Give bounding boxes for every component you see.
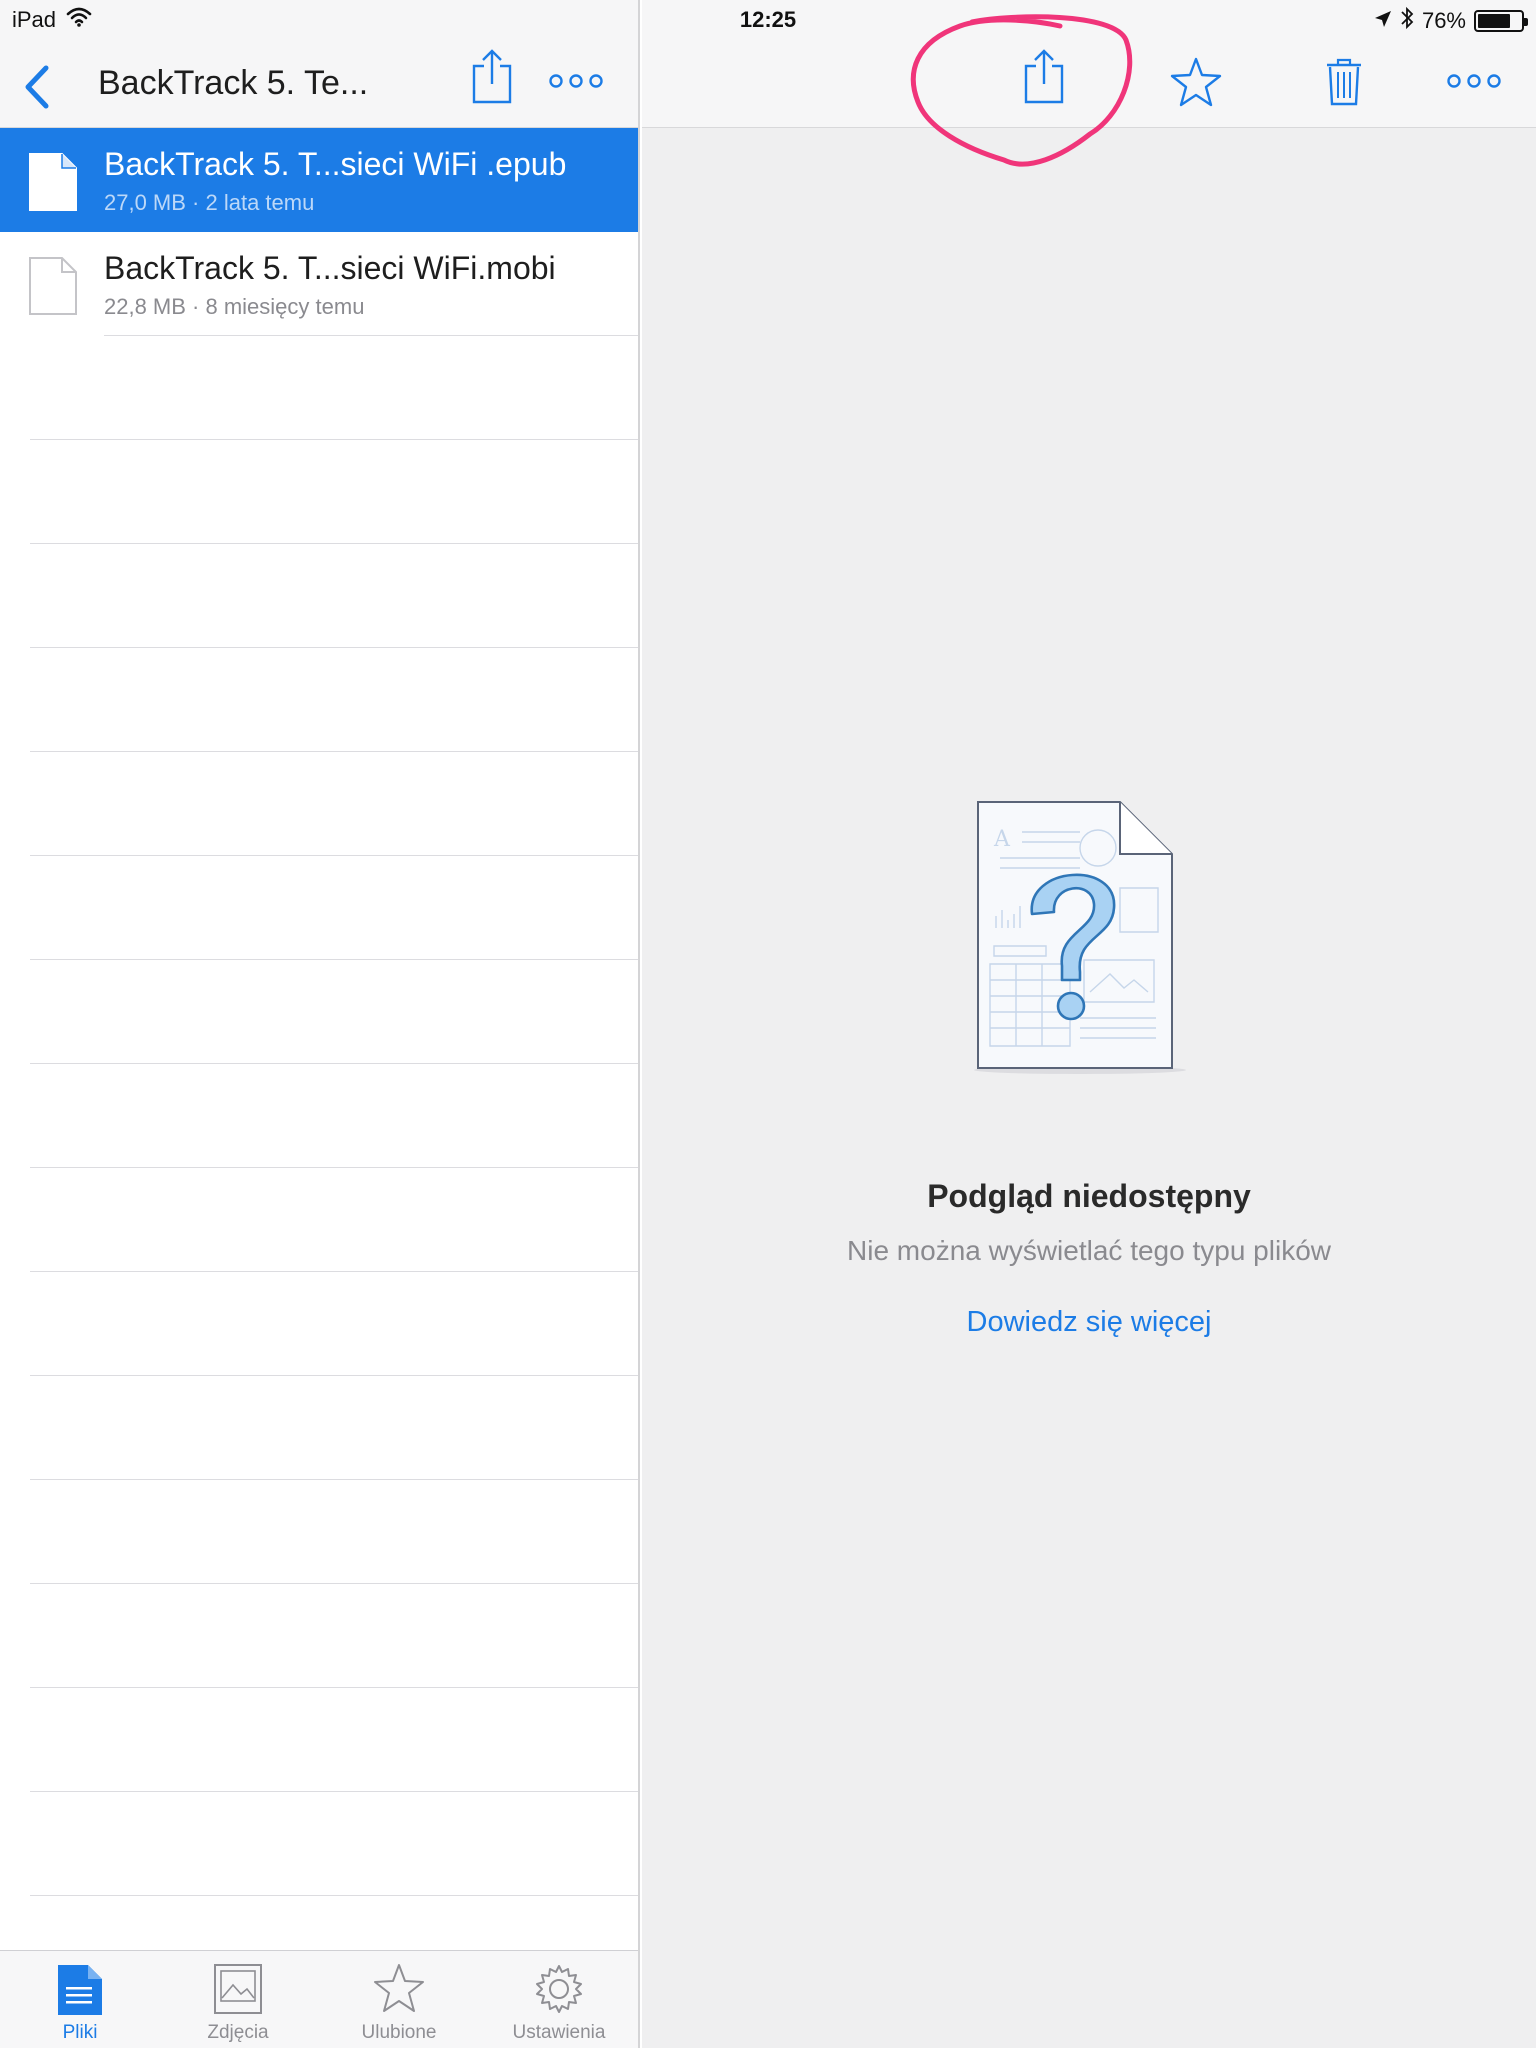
photo-icon	[213, 1963, 263, 2020]
chevron-left-icon	[25, 65, 49, 109]
row-separator	[30, 959, 638, 960]
status-time: 12:25	[739, 7, 797, 32]
share-icon	[1024, 49, 1064, 104]
row-separator	[30, 751, 638, 752]
file-icon	[28, 256, 78, 321]
row-separator	[30, 1687, 638, 1688]
back-button[interactable]	[18, 62, 58, 112]
file-row-epub[interactable]: BackTrack 5. T...sieci WiFi .epub 27,0 M…	[0, 128, 638, 232]
file-icon	[28, 152, 78, 217]
row-separator	[104, 335, 638, 336]
share-button[interactable]	[470, 48, 514, 111]
row-separator	[30, 1583, 638, 1584]
share-button[interactable]	[1022, 48, 1066, 111]
delete-button[interactable]	[1326, 58, 1362, 111]
document-icon	[56, 1963, 104, 2022]
gear-icon	[533, 1963, 585, 2020]
more-button[interactable]	[1446, 72, 1502, 95]
tab-favorites[interactable]: Ulubione	[319, 1951, 479, 2048]
status-right: 76%	[1374, 6, 1528, 36]
tab-label: Zdjęcia	[207, 2022, 269, 2043]
favorite-button[interactable]	[1170, 57, 1222, 112]
star-icon	[373, 1963, 425, 2018]
unknown-file-illustration: A	[974, 801, 1186, 1074]
status-bar: iPad 12:25 76%	[0, 0, 1536, 40]
svg-text:A: A	[993, 827, 1011, 852]
row-separator	[30, 855, 638, 856]
file-meta: 27,0 MB · 2 lata temu	[104, 190, 315, 215]
more-icon	[1447, 74, 1501, 88]
location-arrow-icon	[1374, 8, 1392, 34]
tab-settings[interactable]: Ustawienia	[479, 1951, 639, 2048]
row-separator	[30, 1479, 638, 1480]
tab-files[interactable]: Pliki	[0, 1951, 160, 2048]
more-button[interactable]	[548, 72, 604, 95]
battery-tip	[1524, 18, 1528, 26]
battery-level	[1478, 14, 1510, 28]
battery-icon	[1474, 10, 1528, 32]
row-separator	[30, 1063, 638, 1064]
battery-percent: 76%	[1421, 8, 1466, 33]
learn-more-link[interactable]: Dowiedz się więcej	[642, 1306, 1536, 1339]
star-icon	[1170, 57, 1222, 107]
tab-label: Ustawienia	[512, 2022, 606, 2043]
row-separator	[30, 1375, 638, 1376]
preview-subtitle: Nie można wyświetlać tego typu plików	[847, 1235, 1331, 1266]
file-name: BackTrack 5. T...sieci WiFi .epub	[104, 146, 567, 182]
preview-pane: A Podgląd niedostępny Nie można wyświetl…	[642, 0, 1536, 2048]
row-separator	[30, 439, 638, 440]
tab-label: Ulubione	[361, 2022, 437, 2043]
tab-bar: Pliki Zdjęcia Ulubione Ustawienia	[0, 1950, 638, 2048]
row-separator	[30, 647, 638, 648]
row-separator	[30, 1791, 638, 1792]
row-separator	[30, 1271, 638, 1272]
row-separator	[30, 543, 638, 544]
row-separator	[30, 1167, 638, 1168]
preview-title: Podgląd niedostępny	[927, 1178, 1251, 1214]
tab-label: Pliki	[62, 2022, 98, 2043]
trash-icon	[1327, 58, 1361, 106]
share-icon	[472, 49, 512, 104]
more-icon	[549, 74, 603, 88]
file-name: BackTrack 5. T...sieci WiFi.mobi	[104, 250, 556, 286]
row-separator	[30, 1895, 638, 1896]
folder-title: BackTrack 5. Te...	[98, 64, 369, 102]
bluetooth-icon	[1400, 6, 1414, 36]
file-list-pane: BackTrack 5. Te... BackTrack 5. T...siec…	[0, 0, 640, 2048]
file-row-mobi[interactable]: BackTrack 5. T...sieci WiFi.mobi 22,8 MB…	[0, 232, 638, 336]
file-meta: 22,8 MB · 8 miesięcy temu	[104, 294, 365, 319]
tab-photos[interactable]: Zdjęcia	[158, 1951, 318, 2048]
